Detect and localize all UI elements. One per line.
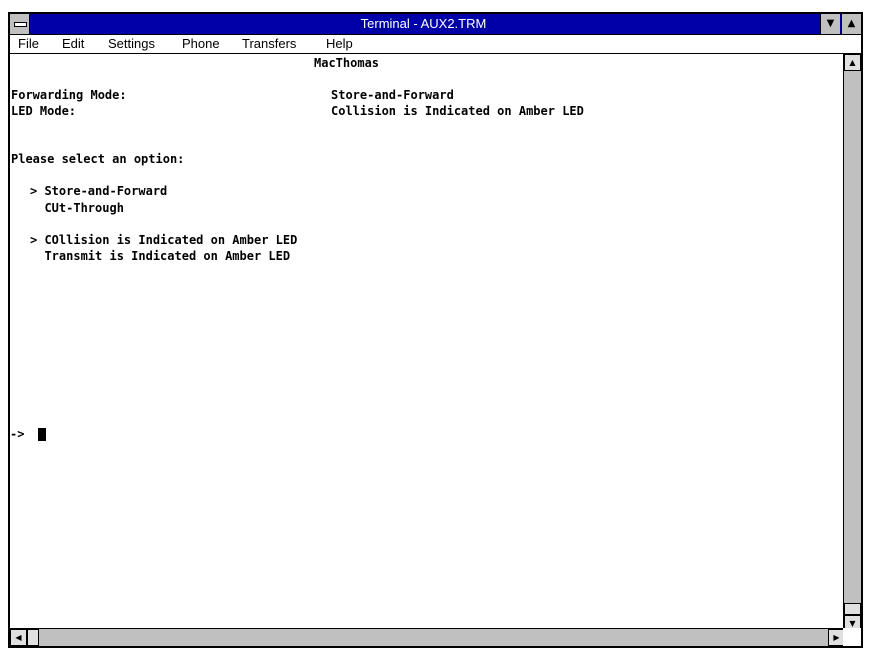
terminal-screen[interactable]: MacThomas Forwarding Mode: Store-and-For… <box>10 54 845 630</box>
text-cursor <box>38 428 46 441</box>
menu-help[interactable]: Help <box>326 35 353 53</box>
system-menu-bar <box>14 22 27 27</box>
option-collision-led: > COllision is Indicated on Amber LED <box>30 233 298 247</box>
menu-bar: File Edit Settings Phone Transfers Help <box>10 35 861 54</box>
vertical-scroll-thumb[interactable] <box>844 603 861 615</box>
led-mode-label: LED Mode: <box>11 104 77 118</box>
minimize-arrow-icon[interactable]: ▼ <box>820 14 840 34</box>
menu-transfers[interactable]: Transfers <box>242 35 296 53</box>
arrow-left-icon[interactable]: ◀ <box>10 629 27 646</box>
menu-edit[interactable]: Edit <box>62 35 84 53</box>
terminal-header: MacThomas <box>314 56 380 70</box>
window-title: Terminal - AUX2.TRM <box>360 16 487 31</box>
title-bar[interactable]: Terminal - AUX2.TRM ▼ ▲ <box>10 14 861 35</box>
option-store-and-forward: > Store-and-Forward <box>30 184 168 198</box>
option-transmit-led: Transmit is Indicated on Amber LED <box>30 249 291 263</box>
vertical-scrollbar[interactable]: ▲ ▼ <box>843 54 861 632</box>
menu-phone[interactable]: Phone <box>182 35 220 53</box>
option-cut-through: CUt-Through <box>30 201 124 215</box>
horizontal-scroll-thumb[interactable] <box>27 629 39 646</box>
menu-settings[interactable]: Settings <box>108 35 155 53</box>
terminal-window: Terminal - AUX2.TRM ▼ ▲ File Edit Settin… <box>8 12 863 648</box>
system-menu-icon[interactable] <box>10 14 30 34</box>
command-prompt: -> <box>10 427 32 441</box>
arrow-up-icon[interactable]: ▲ <box>844 54 861 71</box>
select-option-prompt: Please select an option: <box>11 152 185 166</box>
horizontal-scrollbar[interactable]: ◀ ▶ <box>10 628 845 646</box>
forwarding-mode-label: Forwarding Mode: <box>11 88 127 102</box>
forwarding-mode-value: Store-and-Forward <box>331 88 454 102</box>
maximize-arrow-icon[interactable]: ▲ <box>841 14 861 34</box>
menu-file[interactable]: File <box>18 35 39 53</box>
led-mode-value: Collision is Indicated on Amber LED <box>331 104 584 118</box>
scrollbar-corner <box>843 628 861 646</box>
